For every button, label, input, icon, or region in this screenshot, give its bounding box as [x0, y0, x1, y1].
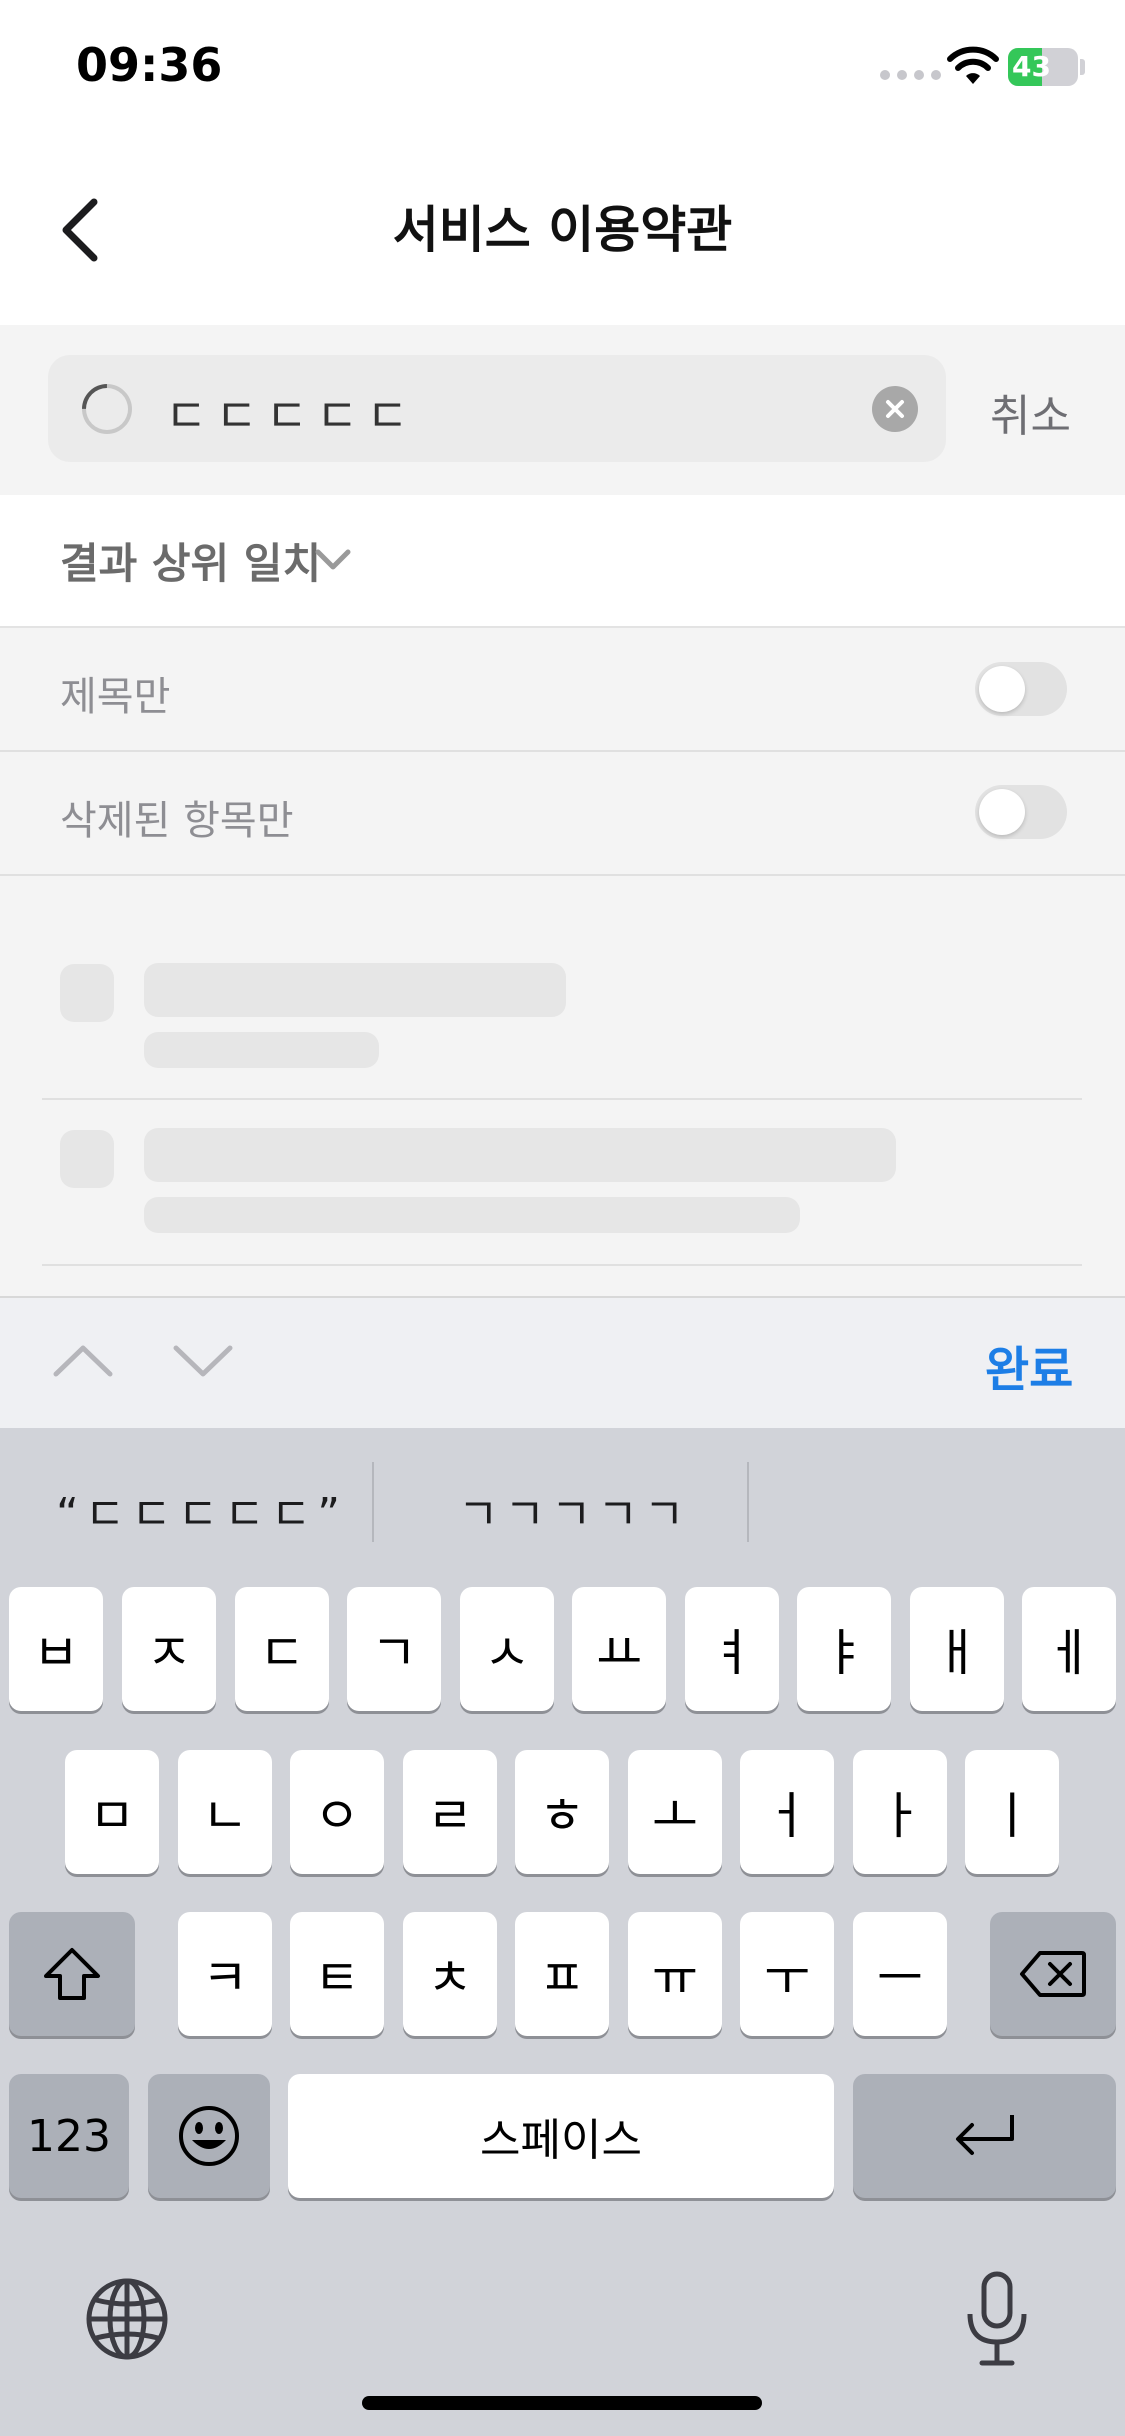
next-result-button[interactable] [168, 1336, 238, 1386]
cancel-button[interactable]: 취소 [990, 380, 1071, 444]
key-yu[interactable]: ㅠ [628, 1912, 722, 2036]
previous-result-button[interactable] [48, 1336, 118, 1386]
key-m[interactable]: ㅁ [65, 1750, 159, 1874]
skeleton-icon [60, 964, 114, 1022]
key-n[interactable]: ㄴ [178, 1750, 272, 1874]
emoji-key[interactable] [148, 2074, 270, 2198]
key-ya[interactable]: ㅑ [797, 1587, 891, 1711]
return-key[interactable] [853, 2074, 1116, 2198]
key-u[interactable]: ㅜ [740, 1912, 834, 2036]
skeleton-subtitle [144, 1197, 800, 1233]
key-p[interactable]: ㅍ [515, 1912, 609, 2036]
key-h[interactable]: ㅎ [515, 1750, 609, 1874]
numbers-key[interactable]: 123 [9, 2074, 129, 2198]
done-button[interactable]: 완료 [985, 1330, 1073, 1400]
key-b[interactable]: ㅂ [9, 1587, 103, 1711]
key-t[interactable]: ㅌ [290, 1912, 384, 2036]
home-indicator[interactable] [362, 2396, 762, 2410]
suggestion-divider [747, 1462, 749, 1542]
suggestion-divider [372, 1462, 374, 1542]
divider [42, 1098, 1082, 1100]
key-k[interactable]: ㅋ [178, 1912, 272, 2036]
emoji-icon [179, 2106, 239, 2166]
chevron-down-icon [173, 1345, 233, 1377]
key-s[interactable]: ㅅ [460, 1587, 554, 1711]
key-a[interactable]: ㅏ [853, 1750, 947, 1874]
page-title: 서비스 이용약관 [392, 201, 733, 259]
microphone-icon[interactable] [962, 2270, 1032, 2368]
wifi-icon [947, 46, 999, 84]
key-j[interactable]: ㅈ [122, 1587, 216, 1711]
skeleton-icon [60, 1130, 114, 1188]
key-ng[interactable]: ㅇ [290, 1750, 384, 1874]
key-ae[interactable]: ㅐ [910, 1587, 1004, 1711]
key-yeo[interactable]: ㅕ [685, 1587, 779, 1711]
key-d[interactable]: ㄷ [235, 1587, 329, 1711]
results-list-loading [0, 876, 1125, 1296]
status-time: 09:36 [76, 38, 223, 92]
filter-label-title-only: 제목만 [60, 674, 171, 720]
chevron-left-icon [62, 198, 98, 262]
globe-icon[interactable] [84, 2276, 170, 2362]
deleted-only-toggle[interactable] [975, 785, 1067, 839]
delete-icon [1020, 1951, 1086, 1997]
skeleton-title [144, 963, 566, 1017]
filter-label-deleted-only: 삭제된 항목만 [60, 798, 294, 844]
key-eu[interactable]: ㅡ [853, 1912, 947, 2036]
key-yo[interactable]: ㅛ [572, 1587, 666, 1711]
shift-key[interactable] [9, 1912, 135, 2036]
shift-icon [44, 1948, 100, 2000]
cellular-signal-icon [880, 70, 941, 80]
key-i[interactable]: ㅣ [965, 1750, 1059, 1874]
clear-circle-icon [886, 400, 904, 418]
battery-level: 43 [1012, 50, 1051, 83]
key-eo[interactable]: ㅓ [740, 1750, 834, 1874]
search-query[interactable]: ㄷㄷㄷㄷㄷ [165, 380, 417, 446]
key-r[interactable]: ㄹ [403, 1750, 497, 1874]
divider [42, 1264, 1082, 1266]
chevron-down-icon[interactable] [312, 538, 354, 580]
title-only-toggle[interactable] [975, 662, 1067, 716]
suggestion-literal[interactable]: “ㄷㄷㄷㄷㄷ” [56, 1478, 346, 1542]
back-button[interactable] [52, 190, 112, 270]
key-g[interactable]: ㄱ [347, 1587, 441, 1711]
clear-search-button[interactable] [872, 386, 918, 432]
key-ch[interactable]: ㅊ [403, 1912, 497, 2036]
key-e[interactable]: ㅔ [1022, 1587, 1116, 1711]
skeleton-subtitle [144, 1032, 379, 1068]
suggestion-item[interactable]: ㄱㄱㄱㄱㄱ [458, 1478, 690, 1542]
chevron-up-icon [53, 1345, 113, 1377]
battery-icon: 43 [1008, 48, 1078, 86]
return-icon [955, 2115, 1014, 2155]
key-o[interactable]: ㅗ [628, 1750, 722, 1874]
battery-cap [1080, 59, 1085, 75]
sort-dropdown[interactable]: 결과 상위 일치 [60, 530, 321, 591]
skeleton-title [144, 1128, 896, 1182]
delete-key[interactable] [990, 1912, 1116, 2036]
space-key[interactable]: 스페이스 [288, 2074, 834, 2198]
